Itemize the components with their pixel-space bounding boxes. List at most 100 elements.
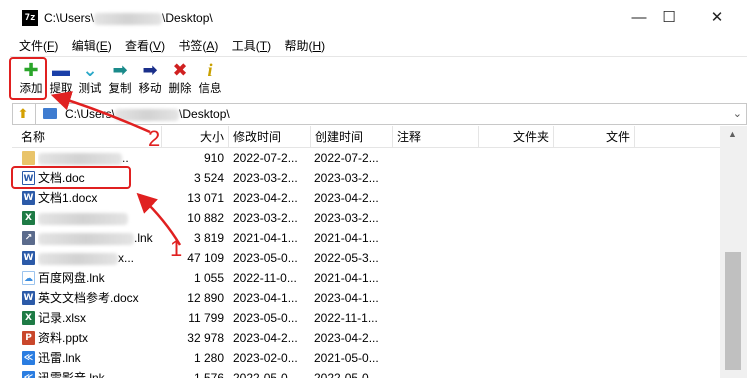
file-size: 1 576	[193, 371, 224, 378]
file-list-header: 名称 大小 修改时间 创建时间 注释 文件夹 文件	[12, 126, 720, 148]
list-item[interactable]: ≪ 迅雷影音.lnk 1 576 2022-05-0... 2022-05-0.…	[12, 368, 720, 378]
column-modified[interactable]: 修改时间	[229, 126, 311, 148]
close-button[interactable]: ✕	[694, 4, 740, 32]
path-prefix: C:\Users\	[65, 107, 116, 121]
window-title-suffix: \Desktop\	[162, 11, 213, 25]
drive-icon	[43, 108, 57, 119]
menu-help-key: H	[312, 39, 322, 53]
file-size: 12 890	[187, 291, 224, 305]
file-size: 1 055	[193, 271, 224, 285]
file-modified: 2022-05-0...	[233, 371, 298, 378]
path-dropdown-icon[interactable]: ⌄	[733, 107, 742, 120]
menu-tools-key: T	[259, 39, 268, 53]
redacted-name	[38, 152, 122, 165]
file-modified: 2023-03-2...	[233, 211, 298, 225]
list-item[interactable]: W x... 47 109 2023-05-0... 2022-05-3...	[12, 248, 720, 268]
list-item[interactable]: W 英文文档参考.docx 12 890 2023-04-1... 2023-0…	[12, 288, 720, 308]
xunlei-icon: ≪	[22, 351, 35, 365]
menu-file[interactable]: 文件(F)	[14, 36, 63, 56]
maximize-button[interactable]: ☐	[646, 4, 692, 32]
test-button-label: 测试	[78, 83, 102, 95]
scroll-up-icon[interactable]: ▲	[728, 129, 737, 139]
file-size: 1 280	[193, 351, 224, 365]
folder-up-icon[interactable]: ⬆	[15, 106, 31, 122]
file-created: 2022-07-2...	[314, 151, 379, 165]
info-button[interactable]: i 信息	[197, 59, 223, 97]
list-item[interactable]: P 资料.pptx 32 978 2023-04-2... 2023-04-2.…	[12, 328, 720, 348]
file-created: 2022-05-0...	[314, 371, 379, 378]
check-chevron-icon: ⌄	[82, 60, 98, 80]
toolbar: ✚ 添加 ▬ 提取 ⌄ 测试 ➡ 复制 ➡ 移动 ✖ 删除 i 信息	[10, 56, 747, 102]
file-created: 2021-05-0...	[314, 351, 379, 365]
7zip-app-icon: 7z	[22, 10, 38, 26]
file-size: 3 524	[193, 171, 224, 185]
menu-edit-key: E	[99, 39, 108, 53]
file-size: 32 978	[187, 331, 224, 345]
menu-file-label: 文件(	[19, 39, 47, 53]
title-bar: 7z C:\Users\ \Desktop\ — ☐ ✕	[0, 0, 747, 36]
move-button[interactable]: ➡ 移动	[137, 59, 163, 97]
list-item[interactable]: ☁ 百度网盘.lnk 1 055 2022-11-0... 2021-04-1.…	[12, 268, 720, 288]
move-arrow-icon: ➡	[142, 60, 158, 80]
xunlei-player-icon: ≪	[22, 371, 35, 378]
menu-help[interactable]: 帮助(H)	[279, 36, 330, 56]
column-files[interactable]: 文件	[554, 126, 635, 148]
folder-icon	[22, 151, 35, 165]
list-item[interactable]: X 10 882 2023-03-2... 2023-03-2...	[12, 208, 720, 228]
file-created: 2021-04-1...	[314, 271, 379, 285]
column-created[interactable]: 创建时间	[311, 126, 393, 148]
menu-view[interactable]: 查看(V)	[120, 36, 170, 56]
list-item[interactable]: W 文档1.docx 13 071 2023-04-2... 2023-04-2…	[12, 188, 720, 208]
list-item[interactable]: ↗ .lnk 3 819 2021-04-1... 2021-04-1...	[12, 228, 720, 248]
file-modified: 2023-05-0...	[233, 311, 298, 325]
menu-bookmarks-label: 书签(	[178, 39, 207, 53]
file-created: 2023-03-2...	[314, 171, 379, 185]
file-created: 2023-04-2...	[314, 331, 379, 345]
info-button-label: 信息	[198, 83, 222, 95]
powerpoint-file-icon: P	[22, 331, 35, 345]
list-item[interactable]: .. 910 2022-07-2... 2022-07-2...	[12, 148, 720, 168]
copy-button[interactable]: ➡ 复制	[107, 59, 133, 97]
test-button[interactable]: ⌄ 测试	[77, 59, 103, 97]
path-bar[interactable]: ⬆ C:\Users\ \Desktop\ ⌄	[12, 103, 747, 125]
excel-file-icon: X	[22, 311, 35, 325]
menu-edit-end: )	[107, 39, 112, 53]
file-modified: 2023-04-1...	[233, 291, 298, 305]
file-modified: 2023-04-2...	[233, 331, 298, 345]
vertical-scrollbar[interactable]: ▲	[720, 126, 747, 378]
file-size: 10 882	[187, 211, 224, 225]
column-comment[interactable]: 注释	[393, 126, 479, 148]
move-button-label: 移动	[138, 83, 162, 95]
window-title: C:\Users\ \Desktop\	[44, 11, 213, 25]
path-suffix: \Desktop\	[179, 107, 230, 121]
file-created: 2023-04-2...	[314, 191, 379, 205]
delete-button[interactable]: ✖ 删除	[167, 59, 193, 97]
menu-tools[interactable]: 工具(T)	[227, 36, 276, 56]
baidu-netdisk-icon: ☁	[22, 271, 35, 285]
column-folders[interactable]: 文件夹	[479, 126, 554, 148]
excel-file-icon: X	[22, 211, 35, 225]
extract-button[interactable]: ▬ 提取	[48, 59, 74, 97]
path-text: C:\Users\ \Desktop\	[65, 107, 230, 121]
file-name-text: .lnk	[134, 231, 153, 245]
file-name-text: x...	[118, 251, 135, 265]
file-modified: 2022-11-0...	[233, 271, 297, 285]
file-modified: 2022-07-2...	[233, 151, 298, 165]
menu-bar: 文件(F) 编辑(E) 查看(V) 书签(A) 工具(T) 帮助(H)	[14, 36, 330, 56]
redacted-username	[94, 12, 163, 25]
list-item[interactable]: X 记录.xlsx 11 799 2023-05-0... 2022-11-1.…	[12, 308, 720, 328]
column-name[interactable]: 名称	[12, 126, 162, 148]
column-size[interactable]: 大小	[162, 126, 229, 148]
list-item[interactable]: ≪ 迅雷.lnk 1 280 2023-02-0... 2021-05-0...	[12, 348, 720, 368]
word-file-icon: W	[22, 291, 35, 305]
menu-edit[interactable]: 编辑(E)	[67, 36, 117, 56]
copy-arrow-icon: ➡	[112, 60, 128, 80]
delete-button-label: 删除	[168, 83, 192, 95]
menu-view-label: 查看(	[125, 39, 154, 53]
scroll-thumb[interactable]	[725, 252, 741, 370]
menu-edit-label: 编辑(	[71, 39, 100, 53]
file-created: 2023-04-1...	[314, 291, 379, 305]
file-created: 2022-05-3...	[314, 251, 379, 265]
path-separator	[35, 104, 36, 124]
menu-bookmarks[interactable]: 书签(A)	[173, 36, 223, 56]
